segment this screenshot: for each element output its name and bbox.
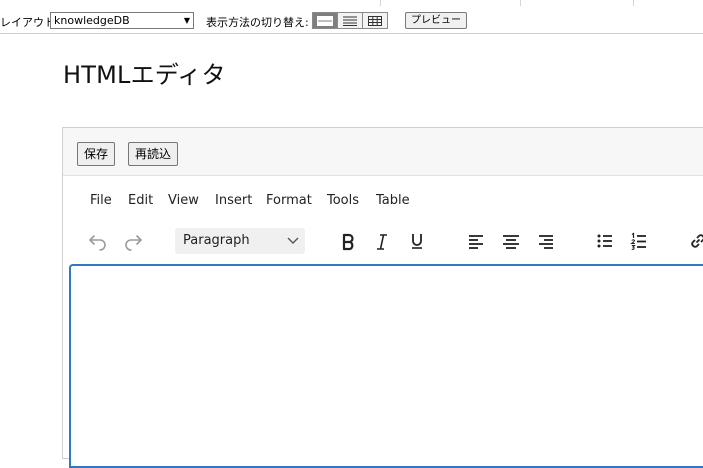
- bold-icon: [342, 233, 354, 251]
- link-button[interactable]: [685, 228, 703, 254]
- preview-button[interactable]: プレビュー: [405, 12, 467, 29]
- editor-format-toolbar: Paragraph: [63, 225, 703, 257]
- align-left-button[interactable]: [463, 228, 489, 254]
- editor-content-area[interactable]: [69, 264, 703, 468]
- layout-toolbar: レイアウト: knowledgeDB ▼ 表示方法の切り替え: プレビュー: [0, 9, 703, 34]
- menu-table[interactable]: Table: [376, 193, 410, 208]
- editor-menubar: File Edit View Insert Format Tools Table: [63, 185, 703, 215]
- list-view-icon: [343, 16, 357, 26]
- italic-icon: [377, 234, 387, 250]
- editor-action-bar: 保存 再読込: [63, 128, 703, 176]
- numbered-list-icon: [630, 232, 646, 250]
- divider: [633, 0, 634, 6]
- dropdown-arrow-icon: ▼: [183, 16, 190, 25]
- page-title: HTMLエディタ: [63, 61, 226, 89]
- menu-tools[interactable]: Tools: [327, 193, 359, 208]
- menu-format[interactable]: Format: [266, 193, 312, 208]
- chevron-down-icon: [287, 228, 299, 264]
- divider: [380, 0, 381, 6]
- reload-button[interactable]: 再読込: [128, 142, 179, 166]
- align-right-icon: [539, 235, 553, 249]
- block-format-select[interactable]: Paragraph: [175, 228, 305, 254]
- view-grid-button[interactable]: [362, 12, 388, 29]
- align-right-button[interactable]: [533, 228, 559, 254]
- underline-icon: [412, 234, 422, 249]
- layout-select-value: knowledgeDB: [54, 14, 130, 27]
- undo-button[interactable]: [85, 228, 111, 254]
- italic-button[interactable]: [369, 228, 395, 254]
- grid-view-icon: [368, 15, 382, 26]
- bullet-list-icon: [597, 234, 612, 248]
- view-single-button[interactable]: [312, 12, 338, 29]
- single-view-icon: [317, 15, 333, 26]
- menu-view[interactable]: View: [168, 193, 199, 208]
- redo-button[interactable]: [120, 228, 146, 254]
- top-strip: [0, 0, 703, 8]
- menu-insert[interactable]: Insert: [215, 193, 252, 208]
- layout-select[interactable]: knowledgeDB ▼: [50, 12, 194, 29]
- save-button[interactable]: 保存: [77, 142, 116, 166]
- align-center-button[interactable]: [498, 228, 524, 254]
- bullet-list-button[interactable]: [592, 228, 618, 254]
- display-mode-label: 表示方法の切り替え:: [206, 16, 309, 29]
- numbered-list-button[interactable]: [626, 228, 652, 254]
- undo-icon: [89, 235, 106, 251]
- bold-button[interactable]: [335, 228, 361, 254]
- block-format-value: Paragraph: [183, 233, 250, 248]
- underline-button[interactable]: [404, 228, 430, 254]
- align-center-icon: [503, 235, 519, 249]
- view-list-button[interactable]: [337, 12, 363, 29]
- redo-icon: [125, 235, 142, 251]
- menu-edit[interactable]: Edit: [128, 193, 153, 208]
- html-editor: 保存 再読込 File Edit View Insert Format Tool…: [62, 127, 703, 468]
- divider: [520, 0, 521, 6]
- align-left-icon: [469, 235, 483, 249]
- link-icon: [691, 234, 703, 248]
- display-mode-group: [312, 12, 388, 29]
- menu-file[interactable]: File: [90, 193, 112, 208]
